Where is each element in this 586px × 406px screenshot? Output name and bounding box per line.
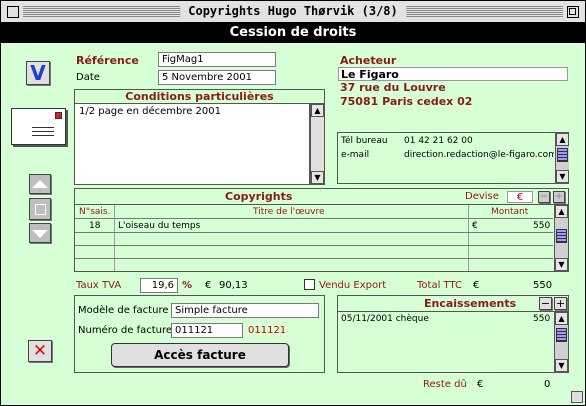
acces-facture-label: Accès facture xyxy=(154,348,246,362)
conditions-scrollbar[interactable]: ▲ ▼ xyxy=(310,104,324,184)
arrow-up-icon xyxy=(32,180,48,188)
contact-scrollbar[interactable]: ▲ ▼ xyxy=(555,133,569,183)
scroll-up-arrow-icon[interactable]: ▲ xyxy=(311,104,324,117)
scroll-down-arrow-icon[interactable]: ▼ xyxy=(555,359,568,372)
date-label: Date xyxy=(76,72,100,83)
square-icon xyxy=(34,204,46,215)
acheteur-address1: 37 rue du Louvre xyxy=(340,81,446,94)
remove-payment-button[interactable]: − xyxy=(539,297,552,310)
envelope-button[interactable] xyxy=(11,108,66,145)
conditions-text: 1/2 page en décembre 2001 xyxy=(79,106,222,117)
scroll-down-arrow-icon[interactable]: ▼ xyxy=(556,170,569,183)
email-label: e-mail xyxy=(341,150,370,160)
taux-label: Taux TVA xyxy=(76,280,122,291)
table-row[interactable]: 18 L'oiseau du temps € 550 xyxy=(75,219,553,232)
taux-field[interactable]: 19,6 xyxy=(140,278,178,293)
row-currency: € xyxy=(472,221,478,231)
modele-label: Modèle de facture xyxy=(78,305,169,316)
tel-label: Tél bureau xyxy=(341,136,388,146)
copyrights-panel: Copyrights Devise € − + N°sais. Titre de… xyxy=(74,188,569,272)
arrow-down-icon xyxy=(32,230,48,238)
remove-row-button[interactable]: − xyxy=(538,191,550,203)
row-amount: 550 xyxy=(533,221,551,231)
page-header: Cession de droits xyxy=(1,23,585,43)
reference-label: Référence xyxy=(76,54,139,67)
taux-currency: € xyxy=(205,280,212,291)
acces-facture-button[interactable]: Accès facture xyxy=(111,343,289,367)
checkmark-v-icon: V xyxy=(30,61,46,85)
scroll-up-arrow-icon[interactable]: ▲ xyxy=(555,205,568,218)
row-title: L'oiseau du temps xyxy=(118,221,201,231)
acheteur-address2: 75081 Paris cedex 02 xyxy=(340,95,473,108)
total-value: 550 xyxy=(533,280,553,291)
add-payment-button[interactable]: + xyxy=(554,297,567,310)
zoom-box-icon[interactable] xyxy=(567,6,579,18)
conditions-title: Conditions particulières xyxy=(75,90,324,104)
reste-label: Reste dû xyxy=(423,379,467,390)
minus-icon: − xyxy=(540,297,551,310)
vendu-export-label: Vendu Export xyxy=(319,280,387,291)
title-bar[interactable]: Copyrights Hugo Thørvik (3/8) xyxy=(1,1,585,23)
payment-text: 05/11/2001 chèque xyxy=(341,314,429,324)
conditions-textarea[interactable]: 1/2 page en décembre 2001 xyxy=(75,104,310,184)
taux-amount: 90,13 xyxy=(219,280,248,291)
copyrights-title: Copyrights xyxy=(225,190,293,203)
minus-icon: − xyxy=(539,191,549,202)
numero-display: 011121 xyxy=(248,325,287,336)
payment-amount: 550 xyxy=(533,314,551,324)
total-label: Total TTC xyxy=(417,280,462,291)
acheteur-name-field[interactable]: Le Figaro xyxy=(338,67,568,81)
scroll-thumb[interactable] xyxy=(556,328,567,342)
resize-grip-icon[interactable] xyxy=(571,391,583,403)
acheteur-name: Le Figaro xyxy=(341,68,399,81)
envelope-icon xyxy=(12,109,65,144)
taux-unit: % xyxy=(182,280,193,291)
modele-field[interactable]: Simple facture xyxy=(171,303,319,318)
scroll-down-arrow-icon[interactable]: ▼ xyxy=(311,171,324,184)
reference-field[interactable]: FigMag1 xyxy=(158,52,276,67)
encaissements-scrollbar[interactable]: ▲ ▼ xyxy=(554,312,568,372)
next-record-button[interactable] xyxy=(29,223,51,243)
date-field[interactable]: 5 Novembre 2001 xyxy=(158,70,276,85)
vendu-export-checkbox[interactable] xyxy=(304,279,315,290)
col-header-montant: Montant xyxy=(491,207,529,217)
email-value: direction.redaction@le-figaro.com xyxy=(404,150,554,160)
red-x-icon: ✕ xyxy=(32,341,48,361)
numero-label: Numéro de facture xyxy=(78,325,173,336)
encaissements-panel: Encaissements − + 05/11/2001 chèque 550 … xyxy=(337,295,569,373)
close-box-icon[interactable] xyxy=(7,6,19,18)
list-view-button[interactable] xyxy=(29,198,51,220)
acheteur-label: Acheteur xyxy=(340,54,397,67)
reste-currency: € xyxy=(477,379,484,390)
plus-icon: + xyxy=(554,191,564,202)
row-num: 18 xyxy=(89,221,101,231)
contact-panel: Tél bureau 01 42 21 62 00 e-mail directi… xyxy=(337,132,569,184)
previous-record-button[interactable] xyxy=(29,174,51,194)
scroll-up-arrow-icon[interactable]: ▲ xyxy=(555,312,568,325)
window: Copyrights Hugo Thørvik (3/8) Cession de… xyxy=(0,0,586,406)
scroll-up-arrow-icon[interactable]: ▲ xyxy=(556,133,569,146)
tel-value: 01 42 21 62 00 xyxy=(404,136,473,146)
facture-panel: Modèle de facture Simple facture Numéro … xyxy=(74,295,325,373)
devise-value: € xyxy=(516,192,524,203)
encaissements-title: Encaissements xyxy=(424,297,517,310)
add-row-button[interactable]: + xyxy=(553,191,565,203)
validate-button[interactable]: V xyxy=(26,61,50,85)
window-title: Copyrights Hugo Thørvik (3/8) xyxy=(180,4,406,18)
plus-icon: + xyxy=(555,297,566,310)
copyrights-scrollbar[interactable]: ▲ ▼ xyxy=(554,205,568,271)
col-header-title: Titre de l'œuvre xyxy=(253,207,325,217)
reste-value: 0 xyxy=(544,379,551,390)
scroll-thumb[interactable] xyxy=(556,229,567,243)
col-header-num: N°sais. xyxy=(79,207,111,217)
scroll-thumb[interactable] xyxy=(557,148,568,162)
scroll-down-arrow-icon[interactable]: ▼ xyxy=(555,258,568,271)
devise-label: Devise xyxy=(465,191,499,202)
conditions-panel: Conditions particulières 1/2 page en déc… xyxy=(74,89,325,185)
devise-field[interactable]: € xyxy=(507,191,533,203)
delete-button[interactable]: ✕ xyxy=(28,340,52,362)
numero-field[interactable]: 011121 xyxy=(171,323,243,338)
list-item[interactable]: 05/11/2001 chèque 550 xyxy=(338,313,554,326)
total-currency: € xyxy=(473,280,480,291)
